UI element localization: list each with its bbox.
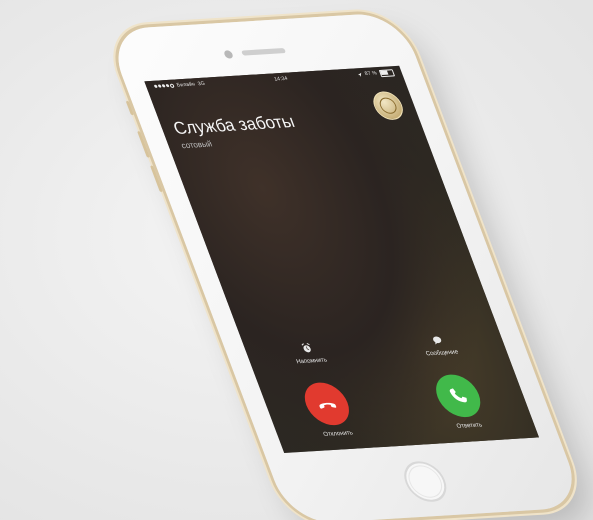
iphone-device: Билайн 3G 14:34 87 % Служба заботы сотов… — [105, 12, 586, 520]
caller-phone-type: сотовый — [179, 139, 214, 151]
decline-label: Отклонить — [322, 430, 354, 439]
answer-label: Ответить — [455, 422, 484, 430]
carrier-name: Билайн — [175, 81, 197, 89]
battery-percent: 87 % — [363, 70, 379, 78]
message-button[interactable]: Сообщение — [396, 332, 483, 359]
battery-icon — [378, 68, 395, 77]
remind-me-button[interactable]: Напомнить — [265, 340, 352, 367]
answer-call-button[interactable] — [429, 373, 487, 419]
location-icon — [357, 72, 361, 77]
caller-name: Служба заботы — [170, 111, 298, 139]
network-type: 3G — [196, 80, 207, 88]
hang-up-icon — [319, 402, 337, 409]
stage: Билайн 3G 14:34 87 % Служба заботы сотов… — [0, 0, 593, 520]
message-label: Сообщение — [425, 349, 460, 358]
status-left: Билайн 3G — [153, 81, 206, 90]
phone-handset-icon — [449, 388, 467, 403]
message-bubble-icon — [433, 336, 442, 345]
avatar-emblem-icon — [377, 97, 399, 115]
alarm-clock-icon — [301, 343, 311, 353]
status-time: 14:34 — [273, 75, 289, 83]
caller-avatar — [369, 90, 408, 121]
decline-call-button[interactable] — [298, 381, 356, 427]
remind-me-label: Напомнить — [295, 357, 329, 366]
status-right: 87 % — [356, 68, 395, 78]
signal-icon — [153, 83, 175, 89]
